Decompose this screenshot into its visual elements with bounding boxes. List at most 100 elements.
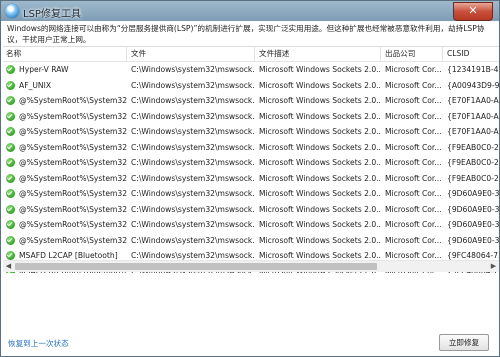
green-check-icon (6, 235, 15, 245)
row-clsid: {F9EAB0C0-2... (447, 158, 499, 168)
row-description: Microsoft Windows Sockets 2.0.... (259, 235, 381, 245)
lsp-repair-window: LSP修复工具 ✕ Windows的网络连接可以由称为“分层服务提供商(LSP)… (0, 0, 500, 357)
row-name: @%SystemRoot%\System32... (19, 220, 127, 230)
green-check-icon (6, 65, 15, 75)
row-file: C:\Windows\system32\mswsock.... (131, 142, 255, 152)
table-row[interactable]: @%SystemRoot%\System32... C:\Windows\syst… (3, 171, 499, 187)
table-row[interactable]: Hyper-V RAW C:\Windows\system32\mswsock..… (3, 62, 499, 78)
row-publisher: Microsoft Cor... (385, 127, 442, 137)
row-name: @%SystemRoot%\System32... (19, 173, 127, 183)
column-header-publisher[interactable]: 出品公司 (381, 47, 443, 61)
row-publisher: Microsoft Cor... (385, 65, 442, 75)
table-row[interactable]: @%SystemRoot%\System32... C:\Windows\syst… (3, 93, 499, 109)
row-description: Microsoft Windows Sockets 2.0.... (259, 142, 381, 152)
repair-now-button[interactable]: 立即修复 (439, 334, 489, 351)
row-file: C:\Windows\system32\mswsock.... (131, 173, 255, 183)
footer: 恢复到上一次状态 立即修复 (1, 273, 499, 356)
row-description: Microsoft Windows Sockets 2.0.... (259, 111, 381, 121)
table-row[interactable]: @%SystemRoot%\System32... C:\Windows\syst… (3, 140, 499, 156)
green-check-icon (6, 189, 15, 199)
row-name: @%SystemRoot%\System32... (19, 127, 127, 137)
row-name-cell: @%SystemRoot%\System32... (3, 171, 127, 186)
green-check-icon (6, 111, 15, 121)
row-file: C:\Windows\system32\mswsock.... (131, 158, 255, 168)
row-name: AF_UNIX (19, 80, 52, 90)
column-header-file[interactable]: 文件 (127, 47, 255, 61)
row-file: C:\Windows\system32\mswsock.... (131, 80, 255, 90)
row-name: @%SystemRoot%\System32... (19, 189, 127, 199)
row-name-cell: @%SystemRoot%\System32... (3, 233, 127, 248)
table-row[interactable]: @%SystemRoot%\System32... C:\Windows\syst… (3, 217, 499, 233)
row-name: @%SystemRoot%\System32... (19, 111, 127, 121)
row-file: C:\Windows\system32\mswsock.... (131, 65, 255, 75)
row-publisher: Microsoft Cor... (385, 96, 442, 106)
row-description: Microsoft Windows Sockets 2.0.... (259, 158, 381, 168)
row-name-cell: @%SystemRoot%\System32... (3, 124, 127, 139)
row-clsid: {E70F1AA0-A... (447, 127, 499, 137)
row-file: C:\Windows\system32\mswsock.... (131, 127, 255, 137)
row-publisher: Microsoft Cor... (385, 220, 442, 230)
row-publisher: Microsoft Cor... (385, 80, 442, 90)
title-bar[interactable]: LSP修复工具 ✕ (1, 1, 499, 21)
row-name-cell: @%SystemRoot%\System32... (3, 155, 127, 170)
row-name: @%SystemRoot%\System32... (19, 235, 127, 245)
close-button[interactable]: ✕ (453, 2, 493, 21)
row-description: Microsoft Windows Sockets 2.0.... (259, 127, 381, 137)
row-name-cell: @%SystemRoot%\System32... (3, 202, 127, 217)
globe-icon (5, 4, 19, 18)
table-row[interactable]: @%SystemRoot%\System32... C:\Windows\syst… (3, 109, 499, 125)
row-file: C:\Windows\system32\mswsock.... (131, 96, 255, 106)
row-description: Microsoft Windows Sockets 2.0.... (259, 80, 381, 90)
table-row[interactable]: @%SystemRoot%\System32... C:\Windows\syst… (3, 186, 499, 202)
row-clsid: {9D60A9E0-3... (447, 204, 499, 214)
table-row[interactable]: @%SystemRoot%\System32... C:\Windows\syst… (3, 124, 499, 140)
row-publisher: Microsoft Cor... (385, 158, 442, 168)
scroll-right-icon[interactable]: ▶ (488, 261, 499, 272)
row-file: C:\Windows\system32\mswsock.... (131, 220, 255, 230)
horizontal-scrollbar[interactable]: ◀ ▶ (3, 260, 499, 272)
column-header-description[interactable]: 文件描述 (255, 47, 381, 61)
row-publisher: Microsoft Cor... (385, 111, 442, 121)
table-header: 名称 文件 文件描述 出品公司 CLSID (3, 47, 499, 62)
row-file: C:\Windows\system32\mswsock.... (131, 235, 255, 245)
row-clsid: {A00943D9-9... (447, 80, 499, 90)
row-name-cell: @%SystemRoot%\System32... (3, 93, 127, 108)
green-check-icon (6, 173, 15, 183)
row-name: @%SystemRoot%\System32... (19, 142, 127, 152)
row-description: Microsoft Windows Sockets 2.0.... (259, 173, 381, 183)
row-name-cell: Hyper-V RAW (3, 62, 127, 77)
row-clsid: {9D60A9E0-3... (447, 189, 499, 199)
green-check-icon (6, 80, 15, 90)
row-name: @%SystemRoot%\System32... (19, 96, 127, 106)
column-header-name[interactable]: 名称 (3, 47, 127, 61)
table-row[interactable]: @%SystemRoot%\System32... C:\Windows\syst… (3, 155, 499, 171)
row-clsid: {F9EAB0C0-2... (447, 142, 499, 152)
table-row[interactable]: @%SystemRoot%\System32... C:\Windows\syst… (3, 202, 499, 218)
column-header-clsid[interactable]: CLSID (443, 47, 499, 61)
row-clsid: {E70F1AA0-A... (447, 111, 499, 121)
green-check-icon (6, 204, 15, 214)
green-check-icon (6, 251, 15, 261)
row-name: @%SystemRoot%\System32... (19, 204, 127, 214)
row-clsid: {F9EAB0C0-2... (447, 173, 499, 183)
scroll-left-icon[interactable]: ◀ (3, 261, 14, 272)
row-clsid: {9D60A9E0-3... (447, 220, 499, 230)
scrollbar-thumb[interactable] (15, 263, 377, 270)
table-body: Hyper-V RAW C:\Windows\system32\mswsock..… (3, 62, 499, 274)
green-check-icon (6, 96, 15, 106)
row-file: C:\Windows\system32\mswsock.... (131, 189, 255, 199)
row-name-cell: @%SystemRoot%\System32... (3, 109, 127, 124)
row-name-cell: @%SystemRoot%\System32... (3, 186, 127, 201)
restore-previous-link[interactable]: 恢复到上一次状态 (8, 338, 69, 349)
table-row[interactable]: @%SystemRoot%\System32... C:\Windows\syst… (3, 233, 499, 249)
row-name: @%SystemRoot%\System32... (19, 158, 127, 168)
row-publisher: Microsoft Cor... (385, 189, 442, 199)
lsp-table: 名称 文件 文件描述 出品公司 CLSID Hyper-V RAW C:\Wind… (3, 46, 499, 274)
window-title: LSP修复工具 (23, 9, 81, 20)
row-publisher: Microsoft Cor... (385, 204, 442, 214)
row-description: Microsoft Windows Sockets 2.0.... (259, 189, 381, 199)
table-row[interactable]: AF_UNIX C:\Windows\system32\mswsock.... Mi… (3, 78, 499, 94)
row-clsid: {1234191B-4... (447, 65, 499, 75)
row-description: Microsoft Windows Sockets 2.0.... (259, 220, 381, 230)
row-name: Hyper-V RAW (19, 65, 69, 75)
